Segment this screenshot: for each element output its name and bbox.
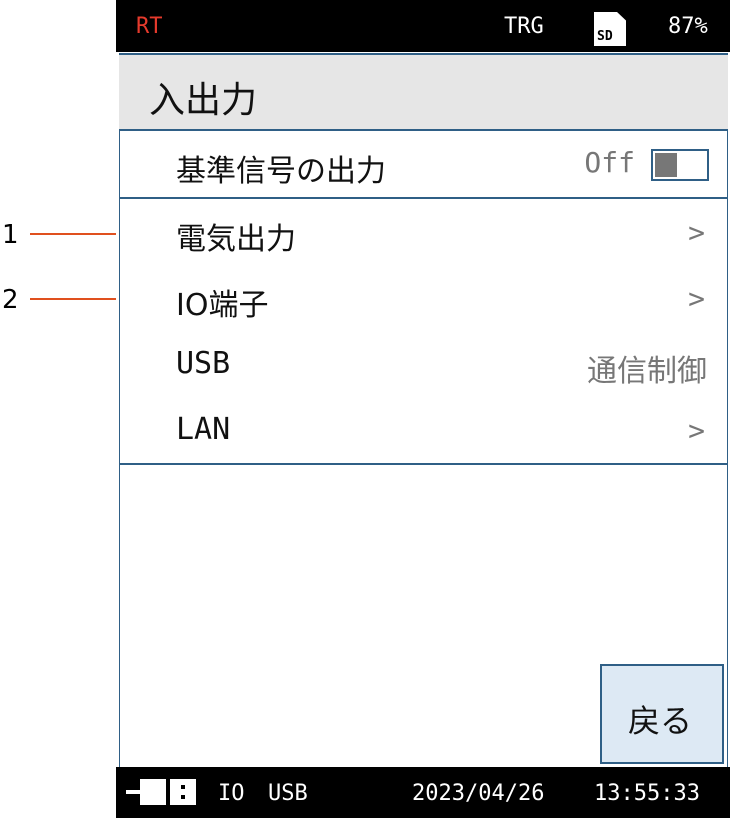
menu-item-label: 電気出力	[176, 222, 296, 257]
reference-signal-toggle[interactable]	[651, 149, 709, 181]
toggle-state-text: Off	[584, 146, 635, 179]
sd-card-label: SD	[597, 29, 613, 44]
menu-item-reference-signal-output[interactable]: 基準信号の出力 Off	[119, 131, 728, 199]
sd-card-icon: SD	[594, 12, 626, 46]
device-screen: RT TRG SD 87% 入出力 基準信号の出力 Off 電気出力 > IO端…	[116, 0, 730, 818]
menu-item-label: 基準信号の出力	[176, 154, 386, 189]
toggle-knob	[655, 153, 677, 177]
usb-indicator: USB	[268, 781, 308, 806]
chevron-right-icon: >	[688, 414, 705, 447]
menu-item-lan[interactable]: LAN >	[119, 397, 728, 465]
current-time: 13:55:33	[594, 781, 700, 806]
page-title: 入出力	[149, 80, 258, 121]
callout-number-2: 2	[2, 285, 19, 315]
battery-level: 87%	[668, 14, 708, 39]
status-bar: RT TRG SD 87%	[116, 0, 730, 52]
menu-item-label: LAN	[176, 412, 231, 447]
menu-item-usb[interactable]: USB 通信制御	[119, 331, 728, 399]
io-indicator: IO	[218, 781, 245, 806]
page-title-bar: 入出力	[119, 53, 728, 131]
mode-indicator: RT	[136, 14, 163, 39]
menu-item-io-terminal[interactable]: IO端子 >	[119, 265, 728, 333]
back-button-label: 戻る	[628, 702, 693, 740]
chevron-right-icon: >	[688, 282, 705, 315]
menu-item-label: USB	[176, 346, 231, 381]
callout-number-1: 1	[2, 220, 19, 250]
current-date: 2023/04/26	[412, 781, 545, 806]
chevron-right-icon: >	[688, 216, 705, 249]
power-plug-icon	[126, 779, 196, 805]
menu-item-electrical-output[interactable]: 電気出力 >	[119, 199, 728, 267]
menu-item-label: IO端子	[176, 288, 269, 323]
footer-status-bar: IO USB 2023/04/26 13:55:33	[116, 767, 730, 818]
trigger-indicator: TRG	[504, 14, 544, 39]
back-button[interactable]: 戻る	[600, 664, 724, 764]
usb-mode-value: 通信制御	[587, 354, 707, 389]
